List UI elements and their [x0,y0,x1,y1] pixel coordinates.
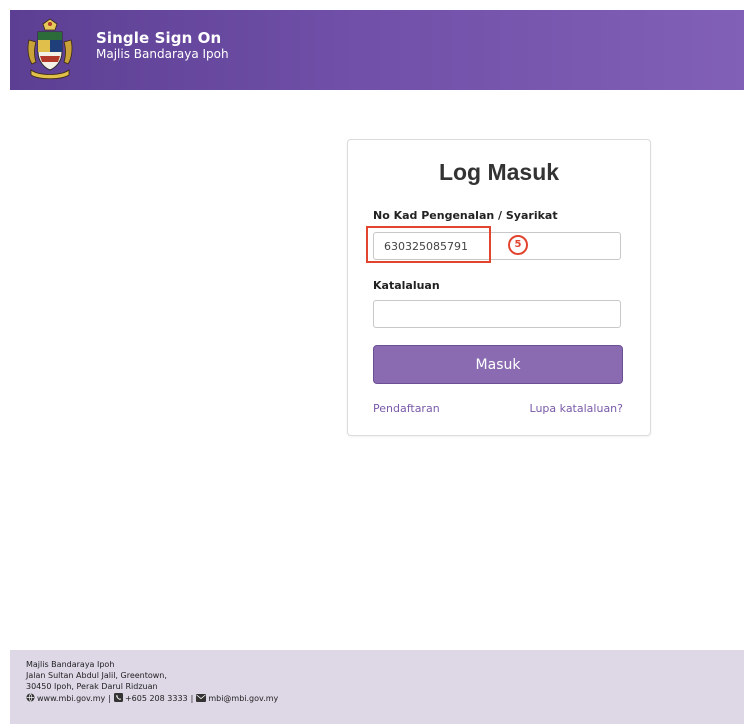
footer-org-name: Majlis Bandaraya Ipoh [26,660,115,669]
site-footer: Majlis Bandaraya Ipoh Jalan Sultan Abdul… [10,650,744,724]
globe-icon [26,693,35,702]
footer-website-link[interactable]: www.mbi.gov.my [37,694,105,703]
password-field-label: Katalaluan [373,279,440,292]
footer-separator: | [190,694,194,703]
footer-email-link[interactable]: mbi@mbi.gov.my [208,694,278,703]
footer-phone: +605 208 3333 [124,694,188,703]
footer-separator: | [108,694,111,703]
password-input[interactable] [373,300,621,328]
app-subtitle: Majlis Bandaraya Ipoh [96,47,229,61]
app-title: Single Sign On [96,29,222,47]
mbi-coat-of-arms-icon [27,18,73,80]
login-submit-button[interactable]: Masuk [373,345,623,384]
forgot-password-link[interactable]: Lupa katalaluan? [530,402,623,415]
phone-icon [113,693,123,702]
site-header: Single Sign On Majlis Bandaraya Ipoh [10,10,744,90]
footer-address-line1: Jalan Sultan Abdul Jalil, Greentown, [26,671,167,680]
login-title: Log Masuk [438,159,560,185]
footer-contact-line: www.mbi.gov.my | +605 208 3333 | mbi@mbi.g… [26,693,278,703]
annotation-step-badge: 5 [508,235,528,255]
mail-icon [196,694,207,702]
register-link[interactable]: Pendaftaran [373,402,440,415]
login-card: Log Masuk No Kad Pengenalan / Syarikat 5… [347,139,651,436]
footer-address-line2: 30450 Ipoh, Perak Darul Ridzuan [26,682,158,691]
ic-number-input[interactable] [373,232,621,260]
ic-field-label: No Kad Pengenalan / Syarikat [373,209,558,222]
